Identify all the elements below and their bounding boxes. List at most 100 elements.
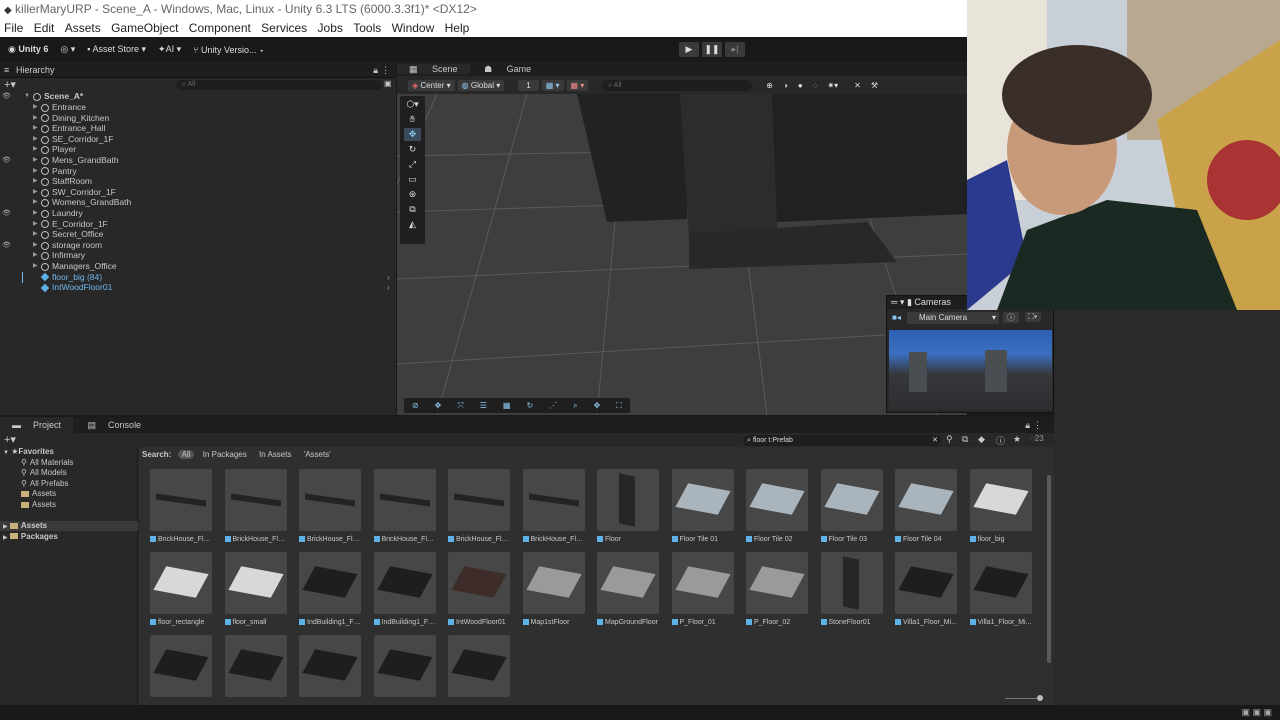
more-icon[interactable]: ⋮ bbox=[381, 62, 390, 78]
collab-button[interactable]: ◎ ▾ bbox=[56, 42, 79, 57]
asset-tile[interactable] bbox=[373, 635, 436, 697]
hierarchy-item[interactable]: ▶ SE_Corridor_1F bbox=[0, 134, 396, 145]
scene-viewport[interactable] bbox=[397, 94, 967, 415]
hierarchy-item[interactable]: ▶ Player bbox=[0, 144, 396, 155]
transform-tool-icon[interactable]: ⊛ bbox=[404, 188, 421, 201]
menu-assets[interactable]: Assets bbox=[65, 21, 101, 35]
asset-tile[interactable] bbox=[150, 635, 212, 697]
hierarchy-item[interactable]: ▶ Entrance_Hall bbox=[0, 123, 396, 134]
chevron-down-icon[interactable]: ▼ bbox=[24, 91, 30, 102]
chevron-right-icon[interactable]: ▶ bbox=[33, 155, 38, 166]
asset-tile[interactable]: Map1stFloor bbox=[522, 552, 585, 627]
rect-tool-icon[interactable]: ▭ bbox=[404, 173, 421, 186]
chevron-right-icon[interactable]: ▶ bbox=[33, 187, 38, 198]
hierarchy-item[interactable]: ▶ Secret_Office bbox=[0, 229, 396, 240]
status-icons[interactable]: ▣ ▣ ▣ bbox=[1241, 707, 1272, 718]
chevron-right-icon[interactable]: ▶ bbox=[33, 113, 38, 124]
tag-icon[interactable]: ◆ bbox=[978, 434, 985, 445]
hierarchy-prefab-item[interactable]: IntWoodFloor01 › bbox=[0, 282, 396, 293]
tab-project[interactable]: ▬ Project bbox=[0, 417, 74, 433]
project-more-icon[interactable]: ⋮ bbox=[1027, 417, 1048, 433]
asset-tile[interactable]: Floor bbox=[597, 469, 659, 544]
scale-tool-icon[interactable]: ⤢ bbox=[404, 158, 421, 171]
asset-grid-scrollbar[interactable] bbox=[1047, 475, 1051, 663]
chevron-right-icon[interactable]: › bbox=[387, 272, 390, 283]
scope-in-packages[interactable]: In Packages bbox=[203, 450, 247, 459]
hierarchy-item[interactable]: ▶ Womens_GrandBath bbox=[0, 197, 396, 208]
asset-tile[interactable]: MapGroundFloor bbox=[597, 552, 659, 627]
asset-tile[interactable]: P_Floor_01 bbox=[671, 552, 734, 627]
favorite-star-icon[interactable]: ★ bbox=[1013, 434, 1021, 445]
tab-console[interactable]: ▤ Console bbox=[76, 417, 154, 433]
zoom-slider-knob[interactable] bbox=[1037, 695, 1043, 701]
asset-tile[interactable]: BrickHouse_Flo... bbox=[373, 469, 436, 544]
tools-toggle-icon[interactable]: ⚒ bbox=[871, 81, 878, 90]
menu-edit[interactable]: Edit bbox=[34, 21, 55, 35]
chevron-right-icon[interactable]: ▶ bbox=[3, 535, 8, 541]
play-button[interactable]: ▶ bbox=[679, 42, 699, 57]
zoom-icon[interactable]: ⌕ bbox=[573, 401, 577, 411]
scope-in-assets[interactable]: In Assets bbox=[259, 450, 291, 459]
chevron-right-icon[interactable]: ▶ bbox=[33, 102, 38, 113]
visibility-icon[interactable]: 👁︎ bbox=[2, 155, 11, 166]
scene-search-input[interactable]: ⌕ All bbox=[602, 79, 753, 91]
asset-tile[interactable]: IndBuilding1_Fl... bbox=[373, 552, 436, 627]
move-tool-icon[interactable]: ✥ bbox=[404, 128, 421, 141]
asset-tile[interactable] bbox=[224, 635, 287, 697]
asset-tile[interactable]: BrickHouse_Flo... bbox=[150, 469, 212, 544]
hierarchy-tab[interactable]: ≡ Hierarchy 🔒︎ ⋮ bbox=[0, 62, 396, 78]
hierarchy-item[interactable]: ▶ SW_Corridor_1F bbox=[0, 187, 396, 198]
chevron-right-icon[interactable]: ▶ bbox=[33, 219, 38, 230]
favorite-item[interactable]: ⚲ All Prefabs bbox=[0, 479, 138, 489]
door-frame-mesh[interactable] bbox=[680, 94, 777, 239]
gizmo-icon[interactable]: ⊕ bbox=[766, 81, 773, 90]
search-by-label-icon[interactable]: ⧉ bbox=[962, 434, 968, 445]
collapse-icon[interactable]: ▾ bbox=[900, 297, 905, 307]
chevron-right-icon[interactable]: ▶ bbox=[3, 524, 8, 530]
ai-button[interactable]: ✦AI ▾ bbox=[154, 42, 185, 57]
visibility-icon[interactable]: 👁︎ bbox=[2, 91, 11, 102]
probuilder-tool-icon[interactable]: ◭ bbox=[404, 218, 421, 231]
grid-visibility-dropdown[interactable]: ▦ ▾ bbox=[566, 79, 589, 91]
asset-tile[interactable]: floor_small bbox=[224, 552, 287, 627]
chevron-right-icon[interactable]: ▶ bbox=[33, 134, 38, 145]
scale-icon[interactable]: ⤧ bbox=[457, 401, 463, 411]
menu-component[interactable]: Component bbox=[189, 21, 251, 35]
view-cube-icon[interactable]: ⬡▾ bbox=[404, 98, 421, 111]
rotate-icon[interactable]: ↻ bbox=[526, 401, 533, 410]
orbit-icon[interactable]: ⊘ bbox=[412, 401, 419, 410]
clear-search-icon[interactable]: ✕ bbox=[932, 435, 938, 446]
scene-view[interactable]: ▦ Scene ☗ Game ◈ Center ▾ ◍ Global ▾ 1 ▦… bbox=[397, 62, 967, 415]
favorite-item[interactable]: ⚲ All Models bbox=[0, 468, 138, 478]
chevron-right-icon[interactable]: › bbox=[387, 282, 390, 293]
pause-button[interactable]: ❚❚ bbox=[702, 42, 722, 57]
camera-dropdown[interactable]: Main Camera ▾ bbox=[907, 312, 999, 324]
menu-file[interactable]: File bbox=[4, 21, 23, 35]
menu-gameobject[interactable]: GameObject bbox=[111, 21, 178, 35]
asset-tile[interactable]: Villa1_Floor_Mi... bbox=[895, 552, 957, 627]
filter-icon[interactable]: ▣ bbox=[384, 79, 392, 88]
zoom-slider[interactable] bbox=[1005, 695, 1043, 701]
lock-icon[interactable]: 🔒︎ bbox=[373, 62, 378, 78]
hierarchy-item[interactable]: ▶ Pantry bbox=[0, 166, 396, 177]
snap-increment-field[interactable]: 1 bbox=[518, 79, 539, 91]
asset-tile[interactable]: BrickHouse_Flo... bbox=[522, 469, 585, 544]
chevron-right-icon[interactable]: ▶ bbox=[33, 229, 38, 240]
add-icon[interactable]: +▾ bbox=[4, 78, 16, 91]
hierarchy-search-input[interactable]: ⌕ All bbox=[176, 80, 382, 90]
tab-game[interactable]: ☗ Game bbox=[472, 64, 543, 74]
resolution-icon[interactable]: ⛶▾ bbox=[1025, 312, 1041, 322]
info-icon[interactable]: ⓘ bbox=[1003, 312, 1019, 323]
frame-icon[interactable]: ⛶ bbox=[616, 401, 622, 411]
hierarchy-item[interactable]: ▶ StaffRoom bbox=[0, 176, 396, 187]
chevron-right-icon[interactable]: ▶ bbox=[33, 261, 38, 272]
hierarchy-item[interactable]: 👁︎ ▶ Mens_GrandBath bbox=[0, 155, 396, 166]
asset-tile[interactable]: Floor Tile 01 bbox=[671, 469, 734, 544]
space-dropdown[interactable]: ◍ Global ▾ bbox=[457, 79, 505, 91]
pivot-dropdown[interactable]: ◈ Center ▾ bbox=[408, 79, 455, 91]
visibility-icon[interactable]: 👁︎ bbox=[2, 208, 11, 219]
asset-tile[interactable]: IndBuilding1_Fl... bbox=[299, 552, 361, 627]
wall-right-mesh[interactable] bbox=[772, 94, 967, 222]
chevron-right-icon[interactable]: ▶ bbox=[33, 208, 38, 219]
shading-wire-icon[interactable]: ● bbox=[798, 81, 803, 90]
